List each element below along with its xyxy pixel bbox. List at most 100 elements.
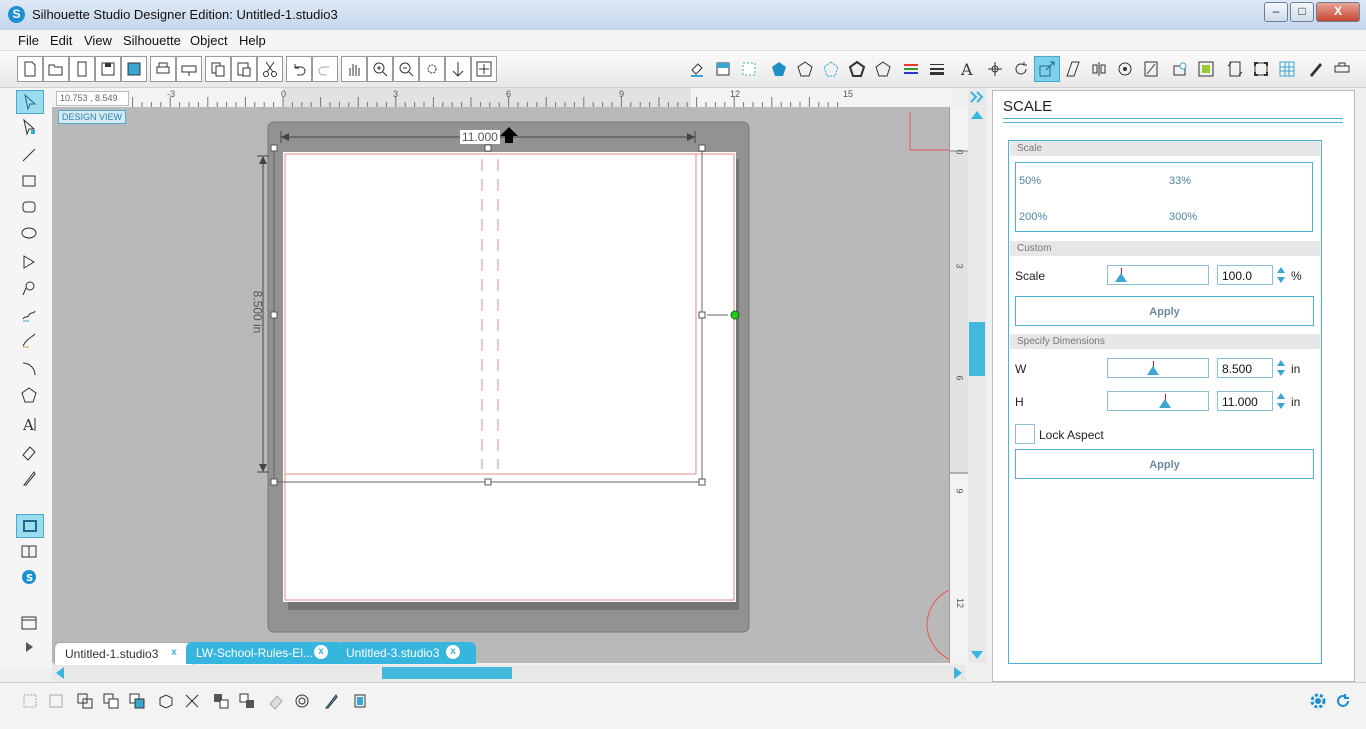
zoom-selected-icon[interactable]: [419, 56, 445, 82]
design-view-icon[interactable]: [16, 514, 44, 538]
zoom-in-icon[interactable]: [367, 56, 393, 82]
scale-slider[interactable]: [1107, 265, 1209, 285]
width-slider[interactable]: [1107, 358, 1209, 378]
line-dash-icon[interactable]: [818, 56, 844, 82]
scale-input[interactable]: 100.0: [1217, 265, 1273, 285]
menu-view[interactable]: View: [84, 33, 112, 48]
tab-close-icon[interactable]: x: [167, 646, 181, 660]
copy-icon[interactable]: [205, 56, 231, 82]
select-tool-icon[interactable]: [16, 90, 44, 114]
offset-icon[interactable]: [1167, 56, 1193, 82]
shadow-icon[interactable]: [870, 56, 896, 82]
cut-icon[interactable]: [257, 56, 283, 82]
open-library-icon[interactable]: [69, 56, 95, 82]
height-slider[interactable]: [1107, 391, 1209, 411]
menu-edit[interactable]: Edit: [50, 33, 72, 48]
cut-settings-icon[interactable]: [1303, 56, 1329, 82]
scale-stepper[interactable]: [1276, 265, 1286, 285]
tab-untitled-1[interactable]: Untitled-1.studio3 x: [54, 642, 194, 665]
ungroup-icon[interactable]: [44, 689, 68, 713]
expand-arrow-icon[interactable]: [16, 636, 42, 658]
polygon-tool-icon[interactable]: [16, 251, 42, 273]
release-compound-path-icon[interactable]: [99, 689, 123, 713]
preset-50[interactable]: 50%: [1019, 175, 1041, 187]
knife-tool-icon[interactable]: [16, 467, 42, 489]
expand-panel-icon[interactable]: [968, 88, 986, 106]
page-settings-icon[interactable]: [1222, 56, 1248, 82]
apply-scale-button[interactable]: Apply: [1015, 296, 1314, 326]
fill-gradient-icon[interactable]: [710, 56, 736, 82]
width-stepper[interactable]: [1276, 358, 1286, 378]
scale-icon[interactable]: [1034, 56, 1060, 82]
bring-forward-icon[interactable]: [209, 689, 233, 713]
rotate-icon[interactable]: [1008, 56, 1034, 82]
trace-icon[interactable]: [1193, 56, 1219, 82]
regular-polygon-tool-icon[interactable]: [16, 384, 42, 406]
modify-icon[interactable]: [1138, 56, 1164, 82]
menu-object[interactable]: Object: [190, 33, 228, 48]
grid-settings-icon[interactable]: [1274, 56, 1300, 82]
undo-icon[interactable]: [286, 56, 312, 82]
line-style-icon[interactable]: [792, 56, 818, 82]
menu-file[interactable]: File: [18, 33, 39, 48]
eraser-tool-icon[interactable]: [16, 441, 42, 463]
curve-tool-icon[interactable]: [16, 277, 42, 299]
send-backward-icon[interactable]: [235, 689, 259, 713]
send-to-silhouette-icon[interactable]: [176, 56, 202, 82]
paste-icon[interactable]: [231, 56, 257, 82]
line-tool-icon[interactable]: [16, 144, 42, 166]
erase-icon[interactable]: [264, 689, 288, 713]
rounded-rectangle-tool-icon[interactable]: [16, 196, 42, 218]
line-color-bars-icon[interactable]: [898, 56, 924, 82]
vertical-scrollbar-thumb[interactable]: [969, 322, 985, 376]
save-icon[interactable]: [95, 56, 121, 82]
tab-lw-school-rules[interactable]: LW-School-Rules-El... x: [186, 642, 342, 664]
arc-tool-icon[interactable]: [16, 358, 42, 380]
zoom-out-icon[interactable]: [393, 56, 419, 82]
preset-300[interactable]: 300%: [1169, 211, 1197, 223]
close-button[interactable]: X: [1316, 2, 1360, 22]
apply-dimensions-button[interactable]: Apply: [1015, 449, 1314, 479]
line-weight-icon[interactable]: [924, 56, 950, 82]
tab-close-icon[interactable]: x: [314, 645, 328, 659]
library-icon[interactable]: [16, 540, 42, 562]
new-file-icon[interactable]: [17, 56, 43, 82]
offset-bottom-icon[interactable]: [290, 689, 314, 713]
tab-close-icon[interactable]: x: [446, 645, 460, 659]
fit-to-page-icon[interactable]: [471, 56, 497, 82]
replicate-icon[interactable]: [1112, 56, 1138, 82]
settings-gear-icon[interactable]: [1306, 689, 1330, 713]
rectangle-tool-icon[interactable]: [16, 170, 42, 192]
lock-aspect-checkbox[interactable]: [1015, 424, 1035, 444]
registration-marks-icon[interactable]: [1248, 56, 1274, 82]
horizontal-scrollbar-thumb[interactable]: [382, 667, 512, 679]
tab-untitled-3[interactable]: Untitled-3.studio3 x: [336, 642, 476, 664]
fill-pattern-icon[interactable]: [736, 56, 762, 82]
edit-points-tool-icon[interactable]: [16, 116, 42, 138]
vertical-scrollbar[interactable]: [968, 107, 986, 663]
online-store-icon[interactable]: S: [16, 566, 42, 588]
save-to-library-icon[interactable]: [121, 56, 147, 82]
open-file-icon[interactable]: [43, 56, 69, 82]
line-thickness-icon[interactable]: [844, 56, 870, 82]
maximize-button[interactable]: □: [1290, 2, 1314, 22]
menu-help[interactable]: Help: [239, 33, 266, 48]
height-input[interactable]: 11.000: [1217, 391, 1273, 411]
design-workspace[interactable]: 11.000 8.500 in: [52, 107, 966, 663]
refresh-icon[interactable]: [1331, 689, 1355, 713]
ellipse-tool-icon[interactable]: [16, 222, 42, 244]
align-icon[interactable]: [1086, 56, 1112, 82]
preset-33[interactable]: 33%: [1169, 175, 1191, 187]
weld-icon[interactable]: [154, 689, 178, 713]
text-style-icon[interactable]: A: [954, 56, 980, 82]
make-compound-path-icon[interactable]: [73, 689, 97, 713]
minimize-button[interactable]: –: [1264, 2, 1288, 22]
transform-icon[interactable]: [982, 56, 1008, 82]
redo-icon[interactable]: [312, 56, 338, 82]
width-input[interactable]: 8.500: [1217, 358, 1273, 378]
send-to-back-icon[interactable]: [125, 689, 149, 713]
pan-hand-icon[interactable]: [341, 56, 367, 82]
delete-icon[interactable]: [180, 689, 204, 713]
text-tool-icon[interactable]: A: [16, 413, 42, 435]
knife-bottom-icon[interactable]: [319, 689, 343, 713]
